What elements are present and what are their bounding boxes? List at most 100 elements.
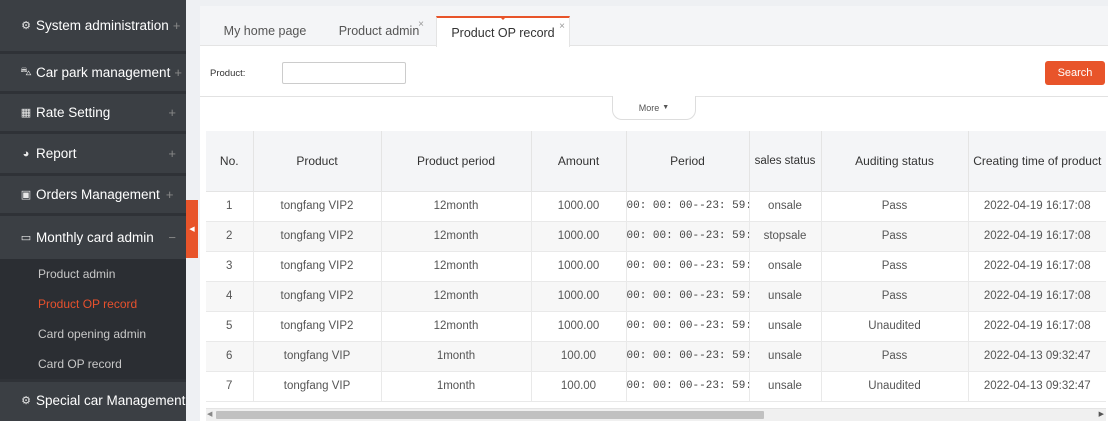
submenu-product-op-record[interactable]: Product OP record [0, 289, 186, 319]
table-row[interactable]: 4 tongfang VIP2 12month 1000.00 00: 00: 00--… [206, 281, 1106, 312]
expand-icon: + [168, 146, 176, 161]
pie-chart-icon: ◕ [22, 147, 30, 160]
table-cell: unsale [748, 281, 821, 312]
table-cell: unsale [748, 341, 821, 372]
menu-label: Orders Management [36, 187, 160, 202]
table-cell: tongfang VIP2 [252, 221, 381, 252]
column-header[interactable]: Creating time of product [967, 131, 1106, 192]
active-tab-caret [499, 16, 507, 20]
product-op-table: No. Product Product period Amount Period… [206, 131, 1106, 408]
table-cell: tongfang VIP [252, 371, 381, 402]
submenu-card-op-record[interactable]: Card OP record [0, 349, 186, 379]
product-label: Product: [210, 68, 246, 79]
column-header[interactable]: sales status [748, 131, 821, 192]
close-icon[interactable]: × [559, 21, 565, 32]
expand-icon: + [172, 18, 181, 33]
menu-monthly-card-admin[interactable]: ▭ Monthly card admin − [0, 216, 186, 259]
search-row: Product: Search [200, 46, 1108, 96]
menu-rate-setting[interactable]: ▦ Rate Setting + [0, 94, 186, 134]
table-cell: tongfang VIP2 [252, 311, 381, 342]
table-cell: onsale [748, 191, 821, 222]
submenu-card-opening-admin[interactable]: Card opening admin [0, 319, 186, 349]
submenu-product-admin[interactable]: Product admin [0, 259, 186, 289]
menu-car-park-management[interactable]: ⛍ Car park management + [0, 54, 186, 94]
column-header[interactable]: Product period [380, 131, 531, 192]
table-row[interactable]: 3 tongfang VIP2 12month 1000.00 00: 00: 00--… [206, 251, 1106, 282]
gear-icon: ⚙ [21, 395, 31, 407]
card-icon: ▭ [20, 232, 32, 244]
close-icon[interactable]: × [418, 19, 424, 30]
column-header[interactable]: Product [252, 131, 381, 192]
table-cell: 2022-04-19 16:17:08 [967, 311, 1106, 342]
scroll-left-icon[interactable]: ◀ [207, 410, 212, 418]
tab-product-op-record[interactable]: Product OP record × [436, 16, 570, 47]
table-cell: 5 [206, 311, 253, 342]
monthly-card-submenu: Product admin Product OP record Card ope… [0, 259, 186, 379]
orders-icon: ▣ [20, 189, 32, 201]
menu-special-car-management[interactable]: ⚙ Special car Management [0, 379, 186, 419]
table-cell: 2022-04-13 09:32:47 [967, 341, 1106, 372]
column-header[interactable]: Period [625, 131, 749, 192]
table-cell: 100.00 [530, 341, 626, 372]
table-row[interactable]: 7 tongfang VIP 1month 100.00 00: 00: 00--23:… [206, 371, 1106, 402]
horizontal-scrollbar[interactable]: ◀ ▶ [206, 408, 1106, 421]
table-cell: Pass [820, 251, 968, 282]
tab-label: Product OP record [451, 25, 555, 40]
tab-my-home-page[interactable]: My home page [210, 16, 320, 46]
table-cell: onsale [748, 251, 821, 282]
scrollbar-thumb[interactable] [216, 411, 764, 419]
sidebar-collapse-handle[interactable]: ◀ [186, 200, 198, 258]
collapse-icon: − [168, 230, 176, 245]
more-row: More ▼ [200, 96, 1108, 130]
table-cell: 1month [380, 371, 531, 402]
table-cell: 1000.00 [530, 251, 626, 282]
table-cell: 2022-04-19 16:17:08 [967, 221, 1106, 252]
table-cell: Pass [820, 221, 968, 252]
tab-bar: My home page Product admin × Product OP … [200, 6, 1108, 47]
table-cell: 2 [206, 221, 253, 252]
table-cell: Unaudited [820, 371, 968, 402]
table-cell: 1000.00 [530, 221, 626, 252]
table-cell: unsale [748, 311, 821, 342]
table-cell: 1000.00 [530, 281, 626, 312]
menu-system-administration[interactable]: ⚙ System administration + [0, 0, 186, 54]
table-cell: Pass [820, 281, 968, 312]
table-row[interactable]: 1 tongfang VIP2 12month 1000.00 00: 00: 00--… [206, 191, 1106, 222]
table-cell: 00: 00: 00--23: 59: 59 [625, 221, 749, 252]
table-cell: 00: 00: 00--23: 59: 59 [625, 251, 749, 282]
table-cell: 12month [380, 191, 531, 222]
main-panel: My home page Product admin × Product OP … [200, 6, 1108, 421]
table-cell: Pass [820, 191, 968, 222]
table-cell: 00: 00: 00--23: 59: 59 [625, 341, 749, 372]
table-cell: 2022-04-19 16:17:08 [967, 251, 1106, 282]
table-cell: 1month [380, 341, 531, 372]
triangle-down-icon: ▼ [662, 104, 670, 111]
table-cell: tongfang VIP [252, 341, 381, 372]
gear-icon: ⚙ [21, 20, 31, 32]
tab-product-admin[interactable]: Product admin × [322, 16, 436, 46]
table-cell: 2022-04-19 16:17:08 [967, 281, 1106, 312]
table-row[interactable]: 5 tongfang VIP2 12month 1000.00 00: 00: 00--… [206, 311, 1106, 342]
menu-label: Special car Management [36, 393, 186, 408]
menu-orders-management[interactable]: ▣ Orders Management + [0, 176, 186, 216]
menu-label: Monthly card admin [36, 230, 154, 245]
table-row[interactable]: 6 tongfang VIP 1month 100.00 00: 00: 00--23:… [206, 341, 1106, 372]
table-cell: 2022-04-19 16:17:08 [967, 191, 1106, 222]
table-cell: 00: 00: 00--23: 59: 59 [625, 191, 749, 222]
column-header[interactable]: Auditing status [820, 131, 968, 192]
search-button[interactable]: Search [1045, 61, 1105, 85]
table-row[interactable]: 2 tongfang VIP2 12month 1000.00 00: 00: 00--… [206, 221, 1106, 252]
column-header[interactable]: No. [206, 131, 253, 192]
sidebar: ⚙ System administration + ⛍ Car park man… [0, 0, 186, 421]
table-cell: Unaudited [820, 311, 968, 342]
table-cell: 00: 00: 00--23: 59: 59 [625, 281, 749, 312]
scroll-right-icon[interactable]: ▶ [1099, 410, 1104, 418]
column-header[interactable]: Amount [530, 131, 626, 192]
menu-report[interactable]: ◕ Report + [0, 134, 186, 176]
more-label: More [638, 102, 660, 113]
more-button[interactable]: More ▼ [612, 96, 696, 120]
expand-icon: + [165, 187, 174, 202]
product-input[interactable] [282, 62, 406, 84]
tab-label: Product admin [338, 24, 420, 38]
table-cell: 2022-04-13 09:32:47 [967, 371, 1106, 402]
